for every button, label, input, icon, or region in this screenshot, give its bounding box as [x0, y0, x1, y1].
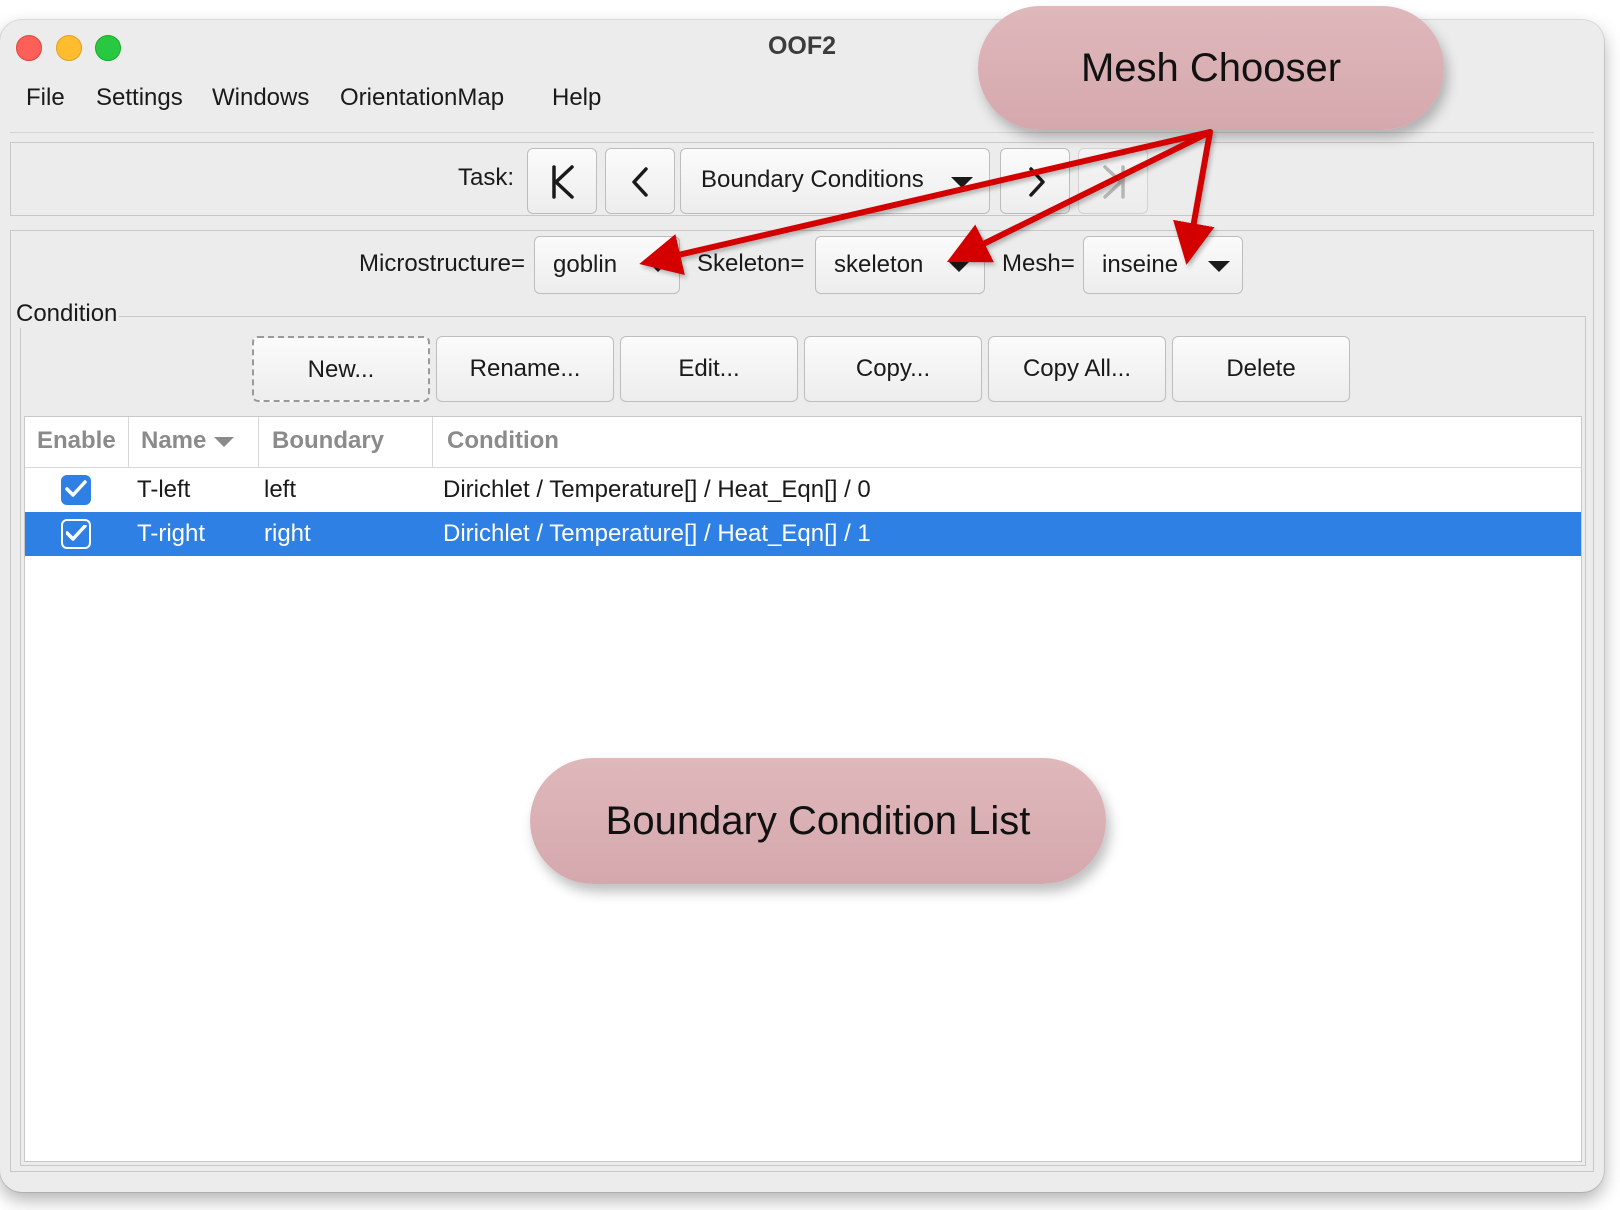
- arrow-to-mesh: [1173, 129, 1215, 265]
- arrow-to-microstructure: [639, 129, 1213, 276]
- arrow-to-skeleton: [946, 129, 1213, 263]
- annotation-arrows: [639, 129, 1215, 276]
